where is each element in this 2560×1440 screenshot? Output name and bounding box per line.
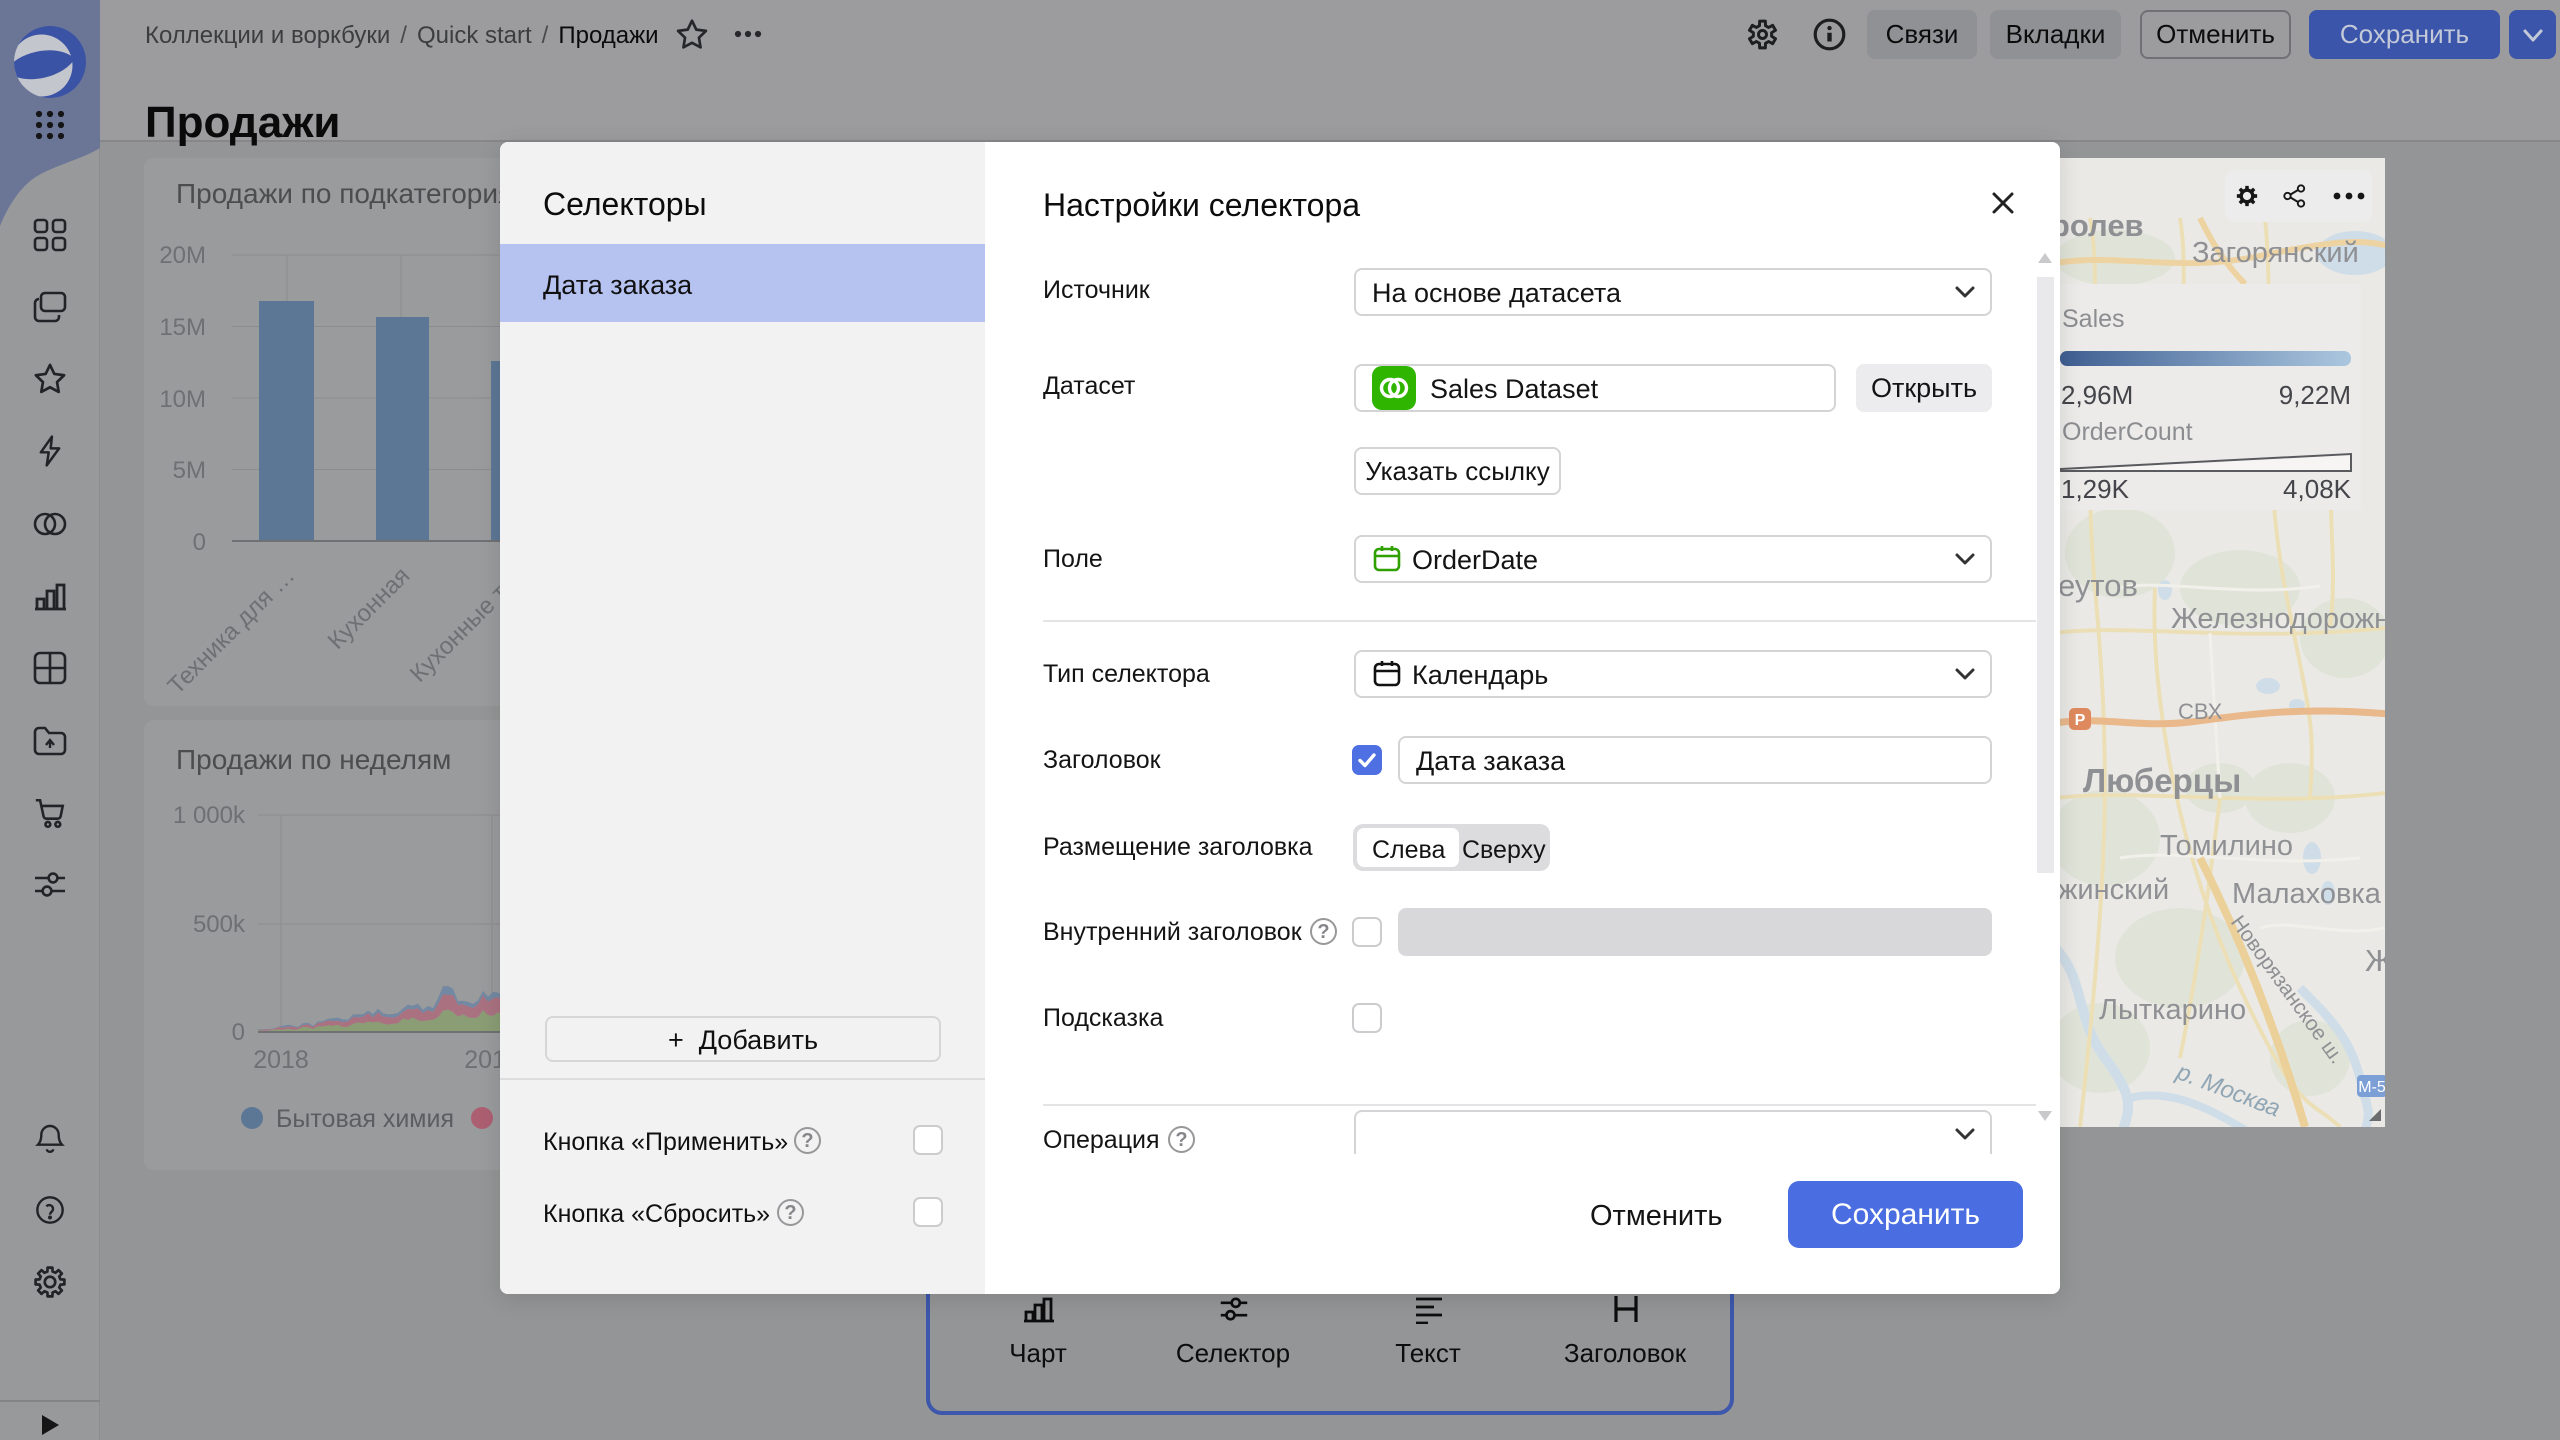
svg-text:М-5: М-5 [2358,1079,2385,1096]
svg-text:2018: 2018 [253,1046,309,1074]
svg-text:15M: 15M [159,314,206,341]
svg-text:P: P [2075,712,2086,729]
svg-text:Томилино: Томилино [2160,830,2293,862]
svg-text:Техника для …: Техника для … [163,562,301,700]
svg-text:жинский: жинский [2060,874,2169,906]
svg-text:Лыткарино: Лыткарино [2099,994,2246,1026]
svg-text:СВХ: СВХ [2178,699,2223,724]
svg-text:Люберцы: Люберцы [2083,762,2241,799]
svg-text:Малаховка: Малаховка [2232,878,2382,910]
svg-text:Кухонная: Кухонная [323,562,416,655]
svg-text:OrderCount: OrderCount [2062,418,2193,446]
svg-text:20M: 20M [159,242,206,269]
svg-text:500k: 500k [193,911,246,938]
svg-text:2,96M: 2,96M [2061,380,2133,410]
svg-text:Загорянский: Загорянский [2192,237,2359,269]
svg-text:4,08K: 4,08K [2283,474,2352,504]
svg-text:Sales: Sales [2062,305,2125,333]
svg-text:Железнодорожн: Железнодорожн [2171,603,2385,635]
svg-text:еутов: еутов [2060,568,2138,603]
svg-text:Ж: Ж [2365,943,2385,978]
svg-text:0: 0 [193,529,206,556]
svg-text:1,29K: 1,29K [2061,474,2130,504]
svg-text:10M: 10M [159,386,206,413]
svg-text:0: 0 [232,1019,245,1046]
svg-text:Бытовая химия: Бытовая химия [276,1105,454,1133]
svg-text:9,22M: 9,22M [2279,380,2351,410]
svg-text:оролев: оролев [2060,208,2144,243]
svg-text:1 000k: 1 000k [173,802,246,829]
svg-text:5M: 5M [173,457,206,484]
